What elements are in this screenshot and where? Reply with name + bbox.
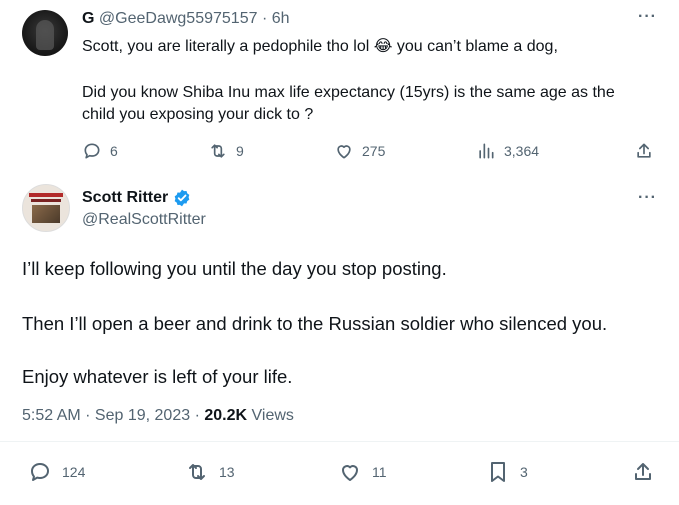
main-bookmark-button[interactable]: 3 — [486, 460, 528, 484]
reply-timestamp[interactable]: · 6h — [262, 10, 290, 27]
reply-author-name[interactable]: G — [82, 10, 94, 27]
repost-icon — [189, 464, 205, 480]
main-like-count: 11 — [372, 464, 387, 480]
reply-views-button[interactable]: 3,364 — [476, 141, 539, 161]
views-icon — [479, 143, 494, 159]
reply-header: G @GeeDawg55975157 · 6h — [82, 10, 290, 28]
bookmark-icon — [491, 462, 505, 482]
reply-views-count: 3,364 — [504, 143, 540, 159]
reply-text-a: Scott, you are literally a pedophile tho… — [82, 38, 370, 55]
main-author-avatar[interactable] — [22, 184, 70, 232]
main-reply-button[interactable]: 124 — [28, 460, 85, 484]
reply-text-line3: child you exposing your dick to ? — [82, 106, 314, 123]
reply-like-button[interactable]: 275 — [334, 141, 385, 161]
reply-author-handle[interactable]: @GeeDawg55975157 — [99, 10, 258, 27]
main-like-button[interactable]: 11 — [338, 460, 387, 484]
main-bookmark-count: 3 — [520, 464, 528, 480]
main-text-para3: Enjoy whatever is left of your life. — [22, 366, 293, 387]
main-author-row: Scott Ritter — [82, 188, 192, 208]
reply-repost-button[interactable]: 9 — [208, 141, 244, 161]
share-icon — [635, 463, 651, 480]
like-icon — [342, 465, 358, 481]
reply-more-icon[interactable]: ··· — [638, 8, 657, 26]
main-metadata-row: 5:52 AM · Sep 19, 2023 · 20.2K Views — [22, 407, 294, 425]
main-share-button[interactable] — [631, 460, 665, 484]
share-icon — [637, 143, 651, 158]
reply-text-line2: Did you know Shiba Inu max life expectan… — [82, 84, 615, 101]
reply-text-b: you can’t blame a dog, — [396, 38, 558, 55]
repost-icon — [211, 144, 225, 158]
main-timestamp[interactable]: 5:52 AM · Sep 19, 2023 · — [22, 407, 200, 424]
reply-share-button[interactable] — [634, 141, 662, 161]
main-author-name[interactable]: Scott Ritter — [82, 189, 168, 207]
reply-author-avatar[interactable] — [22, 10, 68, 56]
reply-icon — [84, 143, 100, 159]
main-reply-count: 124 — [62, 464, 86, 480]
like-icon — [337, 145, 351, 159]
reply-reply-button[interactable]: 6 — [82, 141, 118, 161]
main-repost-button[interactable]: 13 — [185, 460, 235, 484]
main-more-icon[interactable]: ··· — [638, 189, 657, 207]
main-views-label: Views — [251, 407, 294, 424]
main-author-handle[interactable]: @RealScottRitter — [82, 211, 206, 229]
reply-icon — [31, 463, 49, 481]
laughing-emoji-icon: 😂 — [373, 38, 393, 55]
main-text-para1: I’ll keep following you until the day yo… — [22, 258, 447, 279]
reply-like-count: 275 — [362, 143, 386, 159]
main-views-count: 20.2K — [204, 407, 248, 424]
reply-repost-count: 9 — [236, 143, 244, 159]
main-repost-count: 13 — [219, 464, 235, 480]
reply-text-line1: Scott, you are literally a pedophile tho… — [82, 36, 558, 58]
verified-badge-icon[interactable] — [172, 188, 192, 208]
divider — [0, 441, 679, 442]
main-text-para2: Then I’ll open a beer and drink to the R… — [22, 313, 608, 334]
reply-reply-count: 6 — [110, 143, 118, 159]
